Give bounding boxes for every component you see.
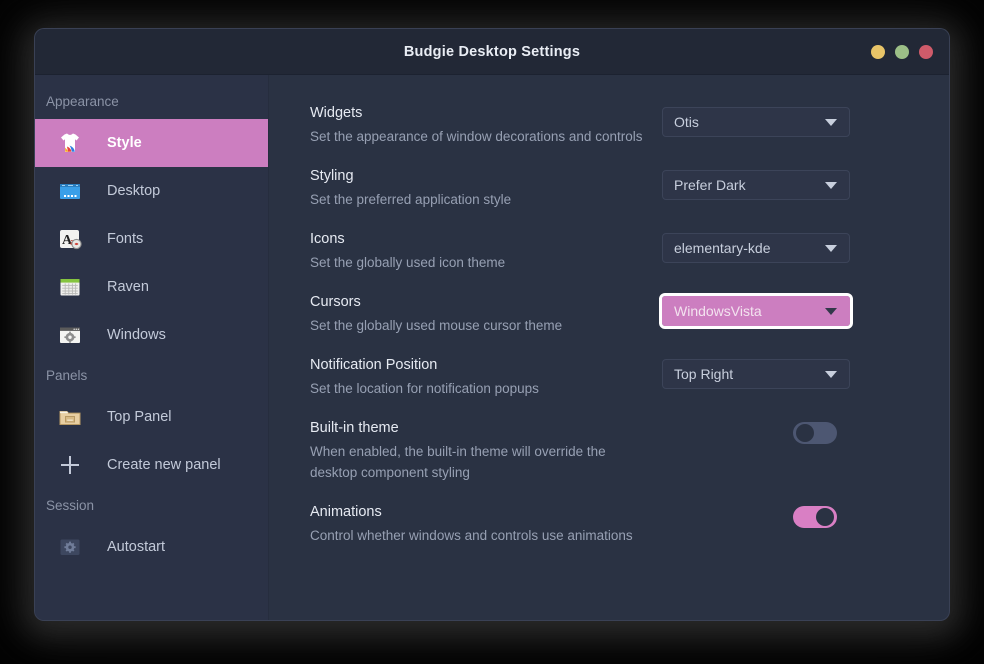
setting-control: Prefer Dark [662,166,854,200]
setting-text: Cursors Set the globally used mouse curs… [310,292,662,336]
window-titlebar[interactable]: Budgie Desktop Settings [35,29,949,75]
window-controls [871,29,933,75]
setting-title: Animations [310,502,644,522]
setting-control: Top Right [662,355,854,389]
setting-text: Notification Position Set the location f… [310,355,662,399]
setting-title: Built-in theme [310,418,644,438]
setting-description: When enabled, the built-in theme will ov… [310,441,644,483]
notification-position-combobox[interactable]: Top Right [662,359,850,389]
setting-title: Styling [310,166,644,186]
gear-icon [56,533,84,561]
combobox-value: elementary-kde [674,240,825,256]
setting-description: Set the appearance of window decorations… [310,126,644,147]
window-body: Appearance Style [35,75,949,620]
sidebar-group-appearance-label: Appearance [35,85,268,119]
setting-text: Widgets Set the appearance of window dec… [310,103,662,147]
sidebar-item-label: Create new panel [107,457,221,473]
sidebar-item-desktop[interactable]: Desktop [35,167,268,215]
combobox-value: Otis [674,114,825,130]
setting-control: WindowsVista [662,292,854,326]
setting-row-notification-position: Notification Position Set the location f… [310,355,905,399]
sidebar-item-create-new-panel[interactable]: Create new panel [35,441,268,489]
chevron-down-icon [825,119,837,126]
sidebar-item-label: Windows [107,327,166,343]
settings-window: Budgie Desktop Settings Appearance [35,29,949,620]
setting-row-builtin-theme: Built-in theme When enabled, the built-i… [310,418,905,483]
sidebar: Appearance Style [35,75,269,620]
setting-control [662,418,854,444]
setting-description: Set the location for notification popups [310,378,644,399]
chevron-down-icon [825,245,837,252]
setting-control: elementary-kde [662,229,854,263]
tshirt-icon [56,129,84,157]
widgets-combobox[interactable]: Otis [662,107,850,137]
sidebar-item-fonts[interactable]: A a Fonts [35,215,268,263]
setting-description: Control whether windows and controls use… [310,525,644,546]
builtin-theme-toggle[interactable] [793,422,837,444]
cursors-combobox[interactable]: WindowsVista [662,296,850,326]
sidebar-item-label: Fonts [107,231,143,247]
setting-title: Widgets [310,103,644,123]
sidebar-item-raven[interactable]: Raven [35,263,268,311]
icons-combobox[interactable]: elementary-kde [662,233,850,263]
setting-text: Built-in theme When enabled, the built-i… [310,418,662,483]
setting-row-widgets: Widgets Set the appearance of window dec… [310,103,905,147]
setting-row-styling: Styling Set the preferred application st… [310,166,905,210]
setting-description: Set the globally used icon theme [310,252,644,273]
sidebar-item-label: Style [107,135,142,151]
fonts-letter-icon: A a [56,225,84,253]
desktop-background: Budgie Desktop Settings Appearance [0,0,984,664]
chevron-down-icon [825,182,837,189]
setting-row-icons: Icons Set the globally used icon theme e… [310,229,905,273]
chevron-down-icon [825,371,837,378]
setting-row-cursors: Cursors Set the globally used mouse curs… [310,292,905,336]
setting-title: Cursors [310,292,644,312]
minimize-button[interactable] [871,45,885,59]
window-gear-icon [56,321,84,349]
setting-text: Animations Control whether windows and c… [310,502,662,546]
setting-control: Otis [662,103,854,137]
setting-control [662,502,854,528]
styling-combobox[interactable]: Prefer Dark [662,170,850,200]
sidebar-item-style[interactable]: Style [35,119,268,167]
raven-calendar-icon [56,273,84,301]
setting-description: Set the globally used mouse cursor theme [310,315,644,336]
setting-description: Set the preferred application style [310,189,644,210]
settings-content: Widgets Set the appearance of window dec… [269,75,949,620]
setting-row-animations: Animations Control whether windows and c… [310,502,905,546]
sidebar-item-label: Desktop [107,183,160,199]
maximize-button[interactable] [895,45,909,59]
sidebar-item-label: Raven [107,279,149,295]
toggle-knob [816,508,834,526]
setting-title: Notification Position [310,355,644,375]
chevron-down-icon [825,308,837,315]
desktop-window-icon [56,177,84,205]
combobox-value: Top Right [674,366,825,382]
combobox-value: Prefer Dark [674,177,825,193]
plus-icon [56,451,84,479]
setting-text: Icons Set the globally used icon theme [310,229,662,273]
sidebar-item-top-panel[interactable]: Top Panel [35,393,268,441]
setting-text: Styling Set the preferred application st… [310,166,662,210]
setting-title: Icons [310,229,644,249]
sidebar-item-label: Autostart [107,539,165,555]
close-button[interactable] [919,45,933,59]
toggle-knob [796,424,814,442]
combobox-value: WindowsVista [674,303,825,319]
folder-panel-icon [56,403,84,431]
sidebar-item-autostart[interactable]: Autostart [35,523,268,571]
sidebar-group-session-label: Session [35,489,268,523]
window-title: Budgie Desktop Settings [404,44,580,60]
sidebar-group-panels-label: Panels [35,359,268,393]
animations-toggle[interactable] [793,506,837,528]
sidebar-item-label: Top Panel [107,409,172,425]
sidebar-item-windows[interactable]: Windows [35,311,268,359]
